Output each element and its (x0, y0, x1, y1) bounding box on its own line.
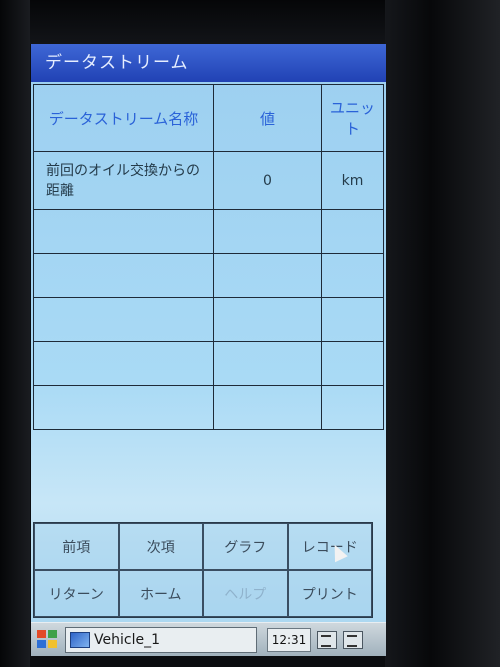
taskbar: Vehicle_1 12:31 (31, 622, 386, 656)
next-button[interactable]: 次項 (118, 523, 203, 570)
row-unit: km (321, 151, 384, 210)
device-bezel-right (385, 0, 500, 667)
table-row-empty (33, 297, 384, 342)
header-name: データストリーム名称 (33, 84, 214, 152)
home-button[interactable]: ホーム (118, 570, 203, 617)
graph-button[interactable]: グラフ (203, 523, 288, 570)
action-button-grid: 前項 次項 グラフ レコード リターン ホーム ヘルプ プリント (33, 522, 373, 618)
data-stream-table: データストリーム名称 値 ユニット 前回のオイル交換からの距離 0 km (33, 84, 384, 430)
device-bezel-left (0, 0, 30, 667)
table-row[interactable]: 前回のオイル交換からの距離 0 km (33, 151, 384, 210)
header-value: 値 (213, 84, 322, 152)
window-switch-icon[interactable] (343, 631, 363, 649)
return-button[interactable]: リターン (34, 570, 119, 617)
app-window-icon (70, 632, 90, 648)
device-screen: データストリーム データストリーム名称 値 ユニット 前回のオイル交換からの距離… (31, 44, 386, 656)
help-button[interactable]: ヘルプ (203, 570, 288, 617)
row-value: 0 (213, 151, 322, 210)
windows-flag-icon[interactable] (37, 630, 59, 650)
taskbar-window-button[interactable]: Vehicle_1 (65, 627, 257, 653)
table-row-empty (33, 253, 384, 298)
prev-button[interactable]: 前項 (34, 523, 119, 570)
print-button[interactable]: プリント (287, 570, 372, 617)
window-title: データストリーム (31, 44, 386, 82)
header-unit: ユニット (321, 84, 384, 152)
table-row-empty (33, 209, 384, 254)
taskbar-clock[interactable]: 12:31 (267, 628, 311, 652)
table-row-empty (33, 341, 384, 386)
taskbar-window-label: Vehicle_1 (94, 632, 160, 648)
table-header-row: データストリーム名称 値 ユニット (33, 84, 384, 152)
table-row-empty (33, 385, 384, 430)
row-name: 前回のオイル交換からの距離 (33, 151, 214, 210)
keyboard-icon[interactable] (317, 631, 337, 649)
